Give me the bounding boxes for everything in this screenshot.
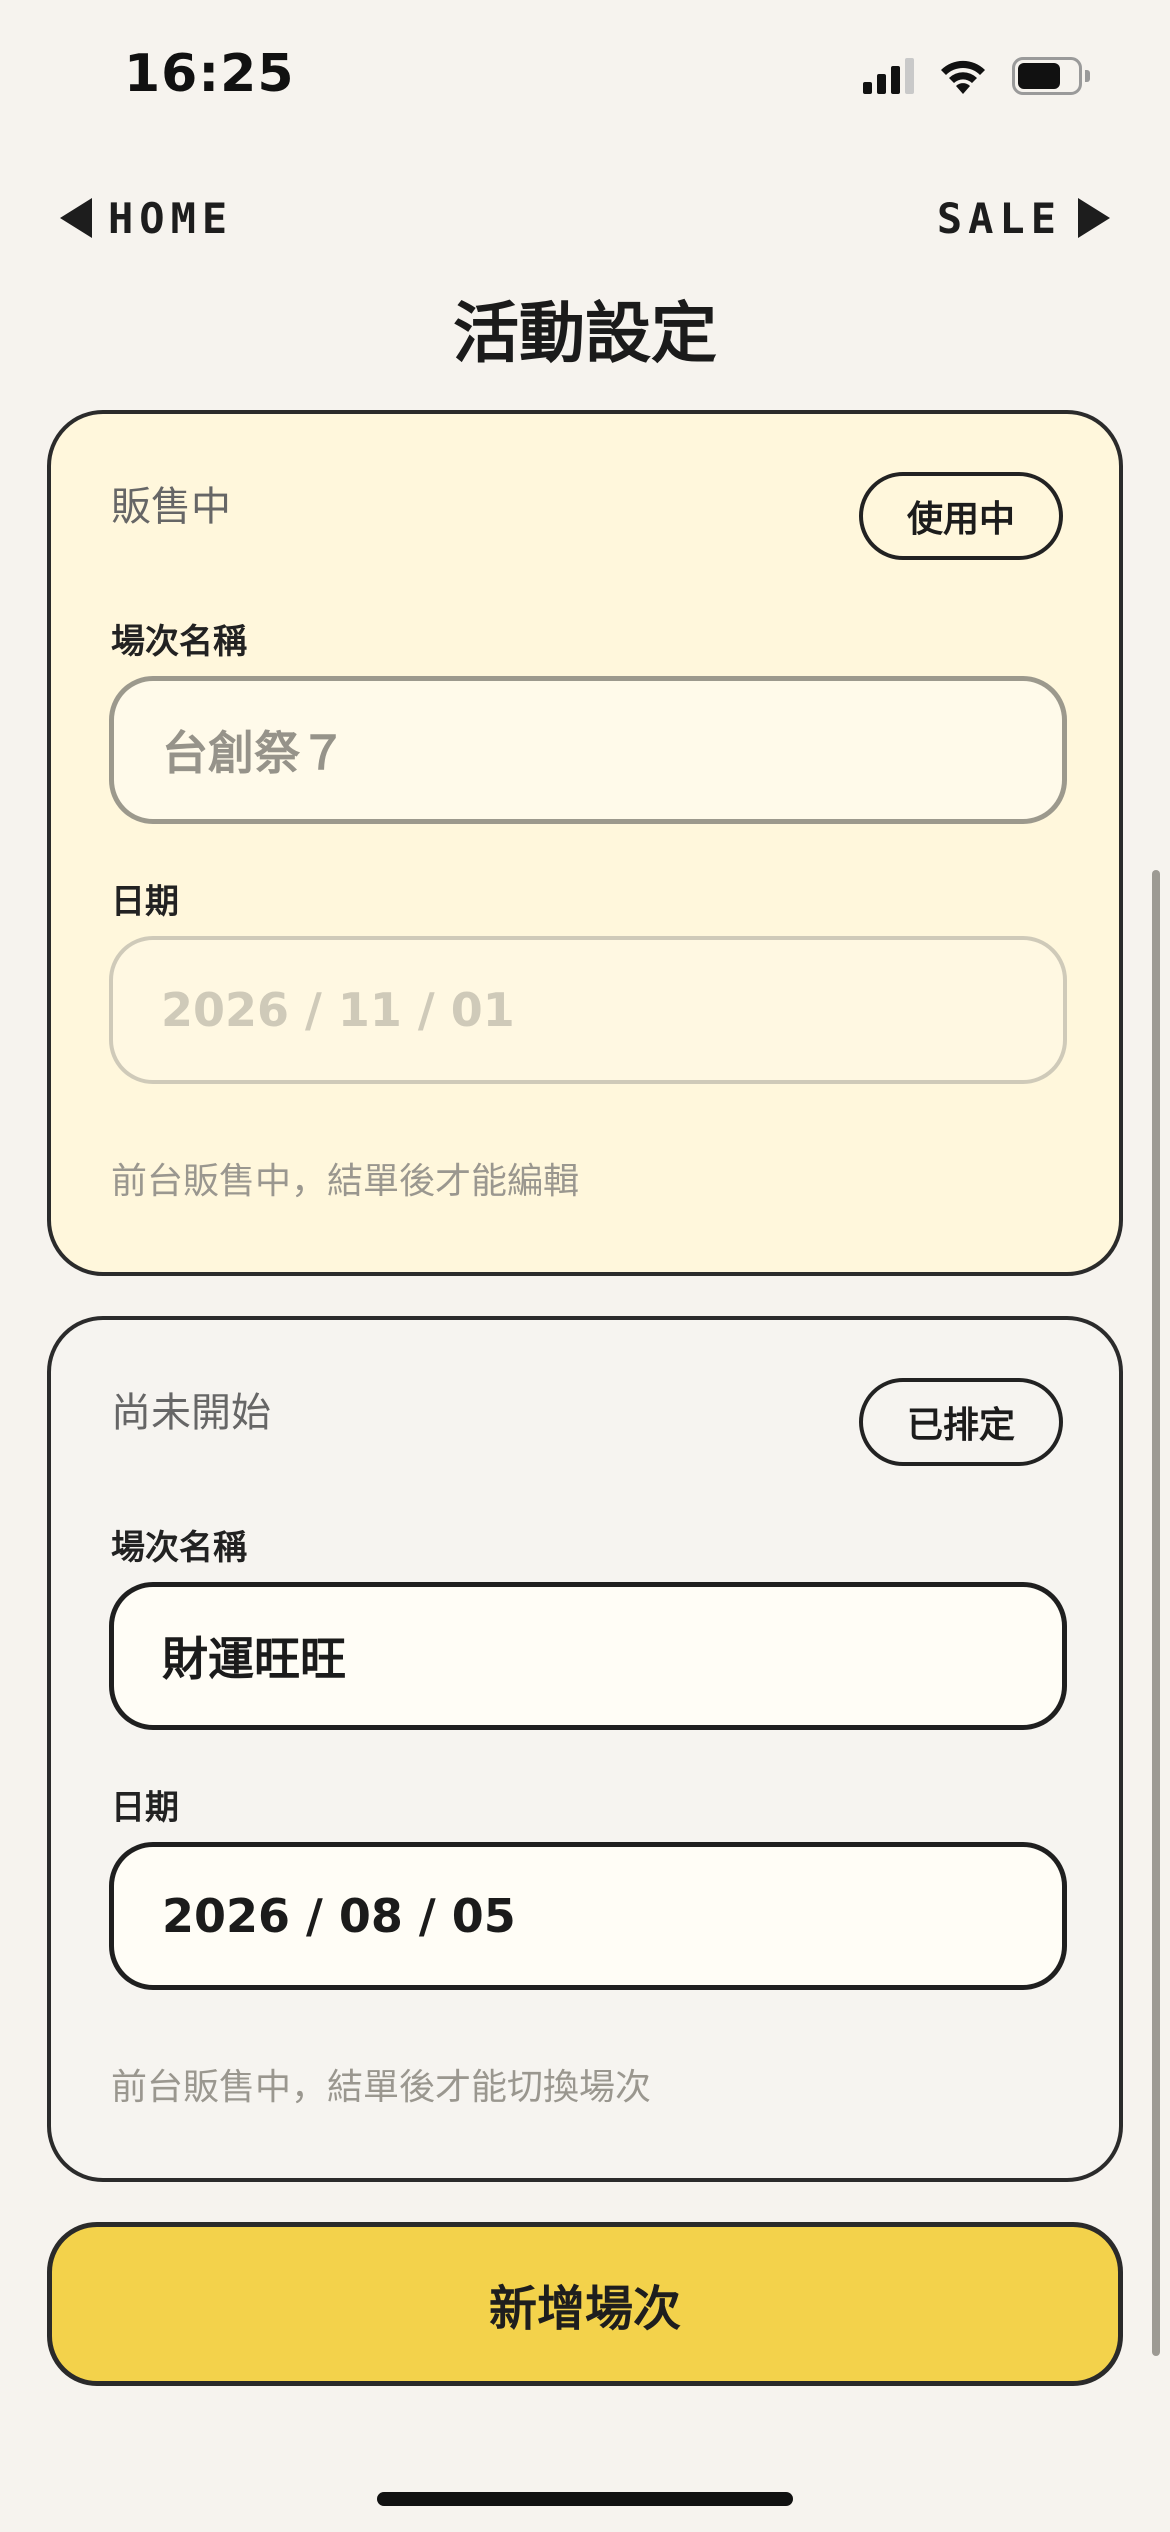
session-name-field: 台創祭７ (109, 676, 1067, 824)
nav-home-label: HOME (108, 193, 234, 243)
home-indicator[interactable] (377, 2492, 793, 2506)
nav-sale-label: SALE (936, 193, 1062, 243)
session-date-field[interactable]: 2026 / 08 / 05 (109, 1842, 1067, 1990)
session-status: 尚未開始 (111, 1390, 271, 1436)
triangle-left-icon (60, 198, 92, 238)
session-badge[interactable]: 已排定 (859, 1378, 1063, 1466)
session-name-label: 場次名稱 (111, 622, 247, 662)
status-icons (863, 56, 1090, 96)
wifi-icon (941, 60, 985, 94)
nav-sale-link[interactable]: SALE (937, 190, 1110, 246)
session-status: 販售中 (111, 484, 231, 530)
session-date-label: 日期 (111, 1788, 179, 1828)
session-note: 前台販售中，結單後才能編輯 (111, 1161, 580, 1202)
battery-icon (1012, 57, 1090, 95)
nav-home-link[interactable]: HOME (60, 190, 233, 246)
page-title: 活動設定 (453, 295, 717, 372)
session-name-label: 場次名稱 (111, 1528, 247, 1568)
scrollbar[interactable] (1152, 870, 1160, 2356)
session-card-active: 販售中 使用中 場次名稱 台創祭７ 日期 2026 / 11 / 01 前台販售… (47, 410, 1123, 1276)
session-badge[interactable]: 使用中 (859, 472, 1063, 560)
cellular-signal-icon (863, 58, 914, 94)
session-name-field[interactable]: 財運旺旺 (109, 1582, 1067, 1730)
add-session-button[interactable]: 新增場次 (47, 2222, 1123, 2386)
screen: 16:25 HOME SALE 活動設定 販售中 使用中 場次名稱 台創祭７ 日… (0, 0, 1170, 2532)
session-date-field: 2026 / 11 / 01 (109, 936, 1067, 1084)
status-time: 16:25 (124, 44, 295, 104)
session-date-label: 日期 (111, 882, 179, 922)
session-card-upcoming: 尚未開始 已排定 場次名稱 財運旺旺 日期 2026 / 08 / 05 前台販… (47, 1316, 1123, 2182)
session-note: 前台販售中，結單後才能切換場次 (111, 2067, 652, 2108)
triangle-right-icon (1078, 198, 1110, 238)
